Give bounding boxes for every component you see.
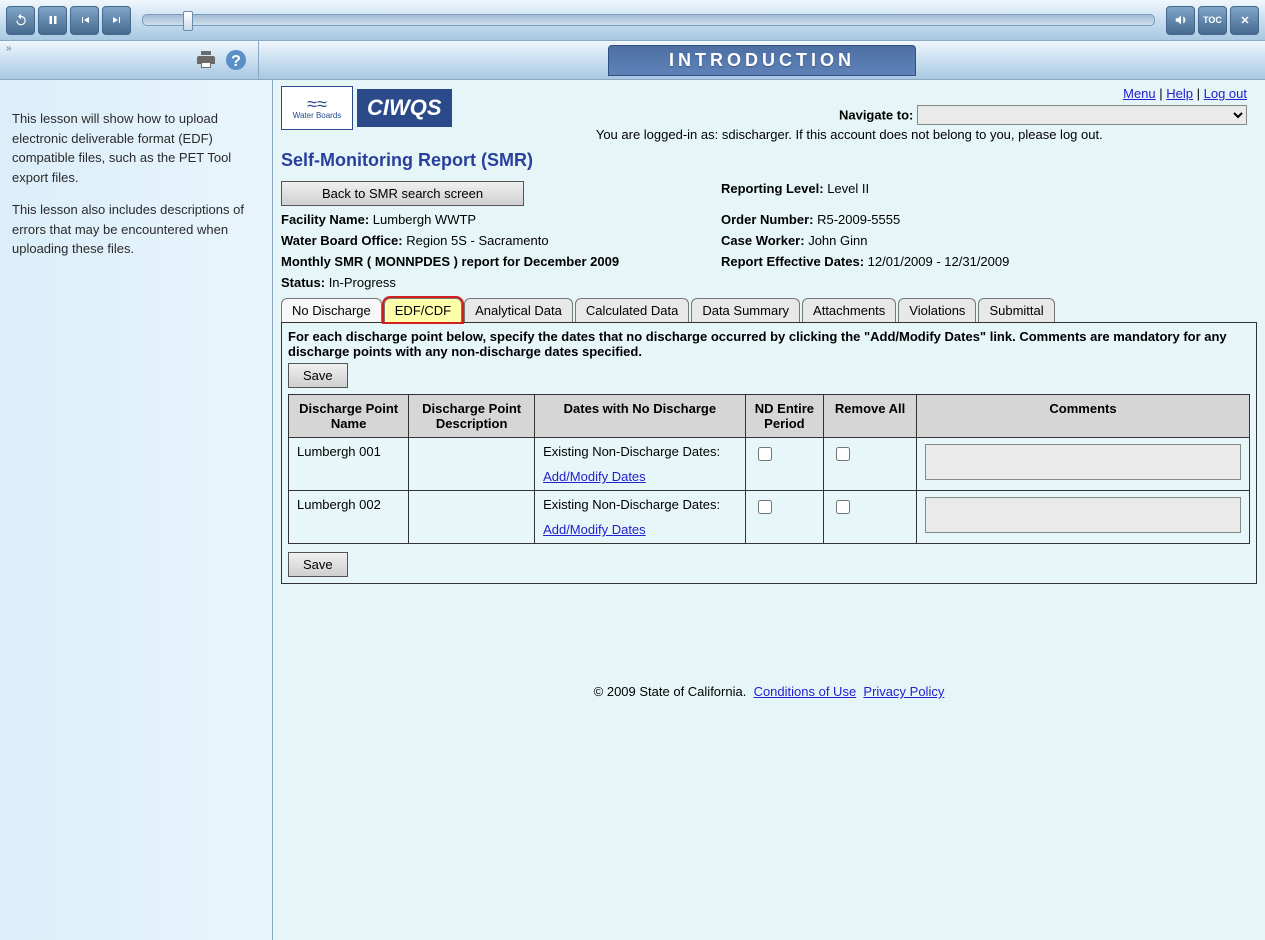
col-dates: Dates with No Discharge xyxy=(535,395,746,438)
main-area: This lesson will show how to upload elec… xyxy=(0,80,1265,940)
add-modify-dates-link[interactable]: Add/Modify Dates xyxy=(543,522,646,537)
status-label: Status: xyxy=(281,275,325,290)
lesson-title: INTRODUCTION xyxy=(608,45,916,76)
volume-button[interactable] xyxy=(1166,6,1195,35)
col-remove-all: Remove All xyxy=(824,395,917,438)
tab-data-summary[interactable]: Data Summary xyxy=(691,298,800,322)
facility-label: Facility Name: xyxy=(281,212,369,227)
page-title: Self-Monitoring Report (SMR) xyxy=(281,150,1257,171)
status-value: In-Progress xyxy=(329,275,396,290)
logged-in-msg: You are logged-in as: sdischarger. If th… xyxy=(452,127,1247,142)
tab-edf-cdf[interactable]: EDF/CDF xyxy=(384,298,462,322)
report-label: Monthly SMR ( MONNPDES ) report for Dece… xyxy=(281,254,619,269)
office-label: Water Board Office: xyxy=(281,233,403,248)
remove-all-checkbox[interactable] xyxy=(836,447,850,461)
caseworker-label: Case Worker: xyxy=(721,233,805,248)
nd-entire-checkbox[interactable] xyxy=(758,447,772,461)
footer: © 2009 State of California. Conditions o… xyxy=(281,684,1257,699)
logo-big-text: CIWQS xyxy=(357,89,452,127)
seek-thumb[interactable] xyxy=(183,11,193,31)
cell-point-desc xyxy=(409,491,535,544)
toc-button[interactable]: TOC xyxy=(1198,6,1227,35)
level-label: Reporting Level: xyxy=(721,181,824,196)
tab-violations[interactable]: Violations xyxy=(898,298,976,322)
order-label: Order Number: xyxy=(721,212,813,227)
effective-label: Report Effective Dates: xyxy=(721,254,864,269)
effective-value: 12/01/2009 - 12/31/2009 xyxy=(868,254,1010,269)
order-value: R5-2009-5555 xyxy=(817,212,900,227)
col-point-desc: Discharge Point Description xyxy=(409,395,535,438)
svg-text:?: ? xyxy=(231,53,241,70)
existing-dates-label: Existing Non-Discharge Dates: xyxy=(543,497,737,512)
navigate-select[interactable] xyxy=(917,105,1247,125)
comments-textarea[interactable] xyxy=(925,497,1241,533)
player-bar: TOC xyxy=(0,0,1265,41)
office-value: Region 5S - Sacramento xyxy=(406,233,548,248)
level-value: Level II xyxy=(827,181,869,196)
app-logo: ≈≈ Water Boards CIWQS xyxy=(281,86,452,130)
privacy-link[interactable]: Privacy Policy xyxy=(863,684,944,699)
panel-instruction: For each discharge point below, specify … xyxy=(288,329,1250,359)
cell-point-name: Lumbergh 001 xyxy=(289,438,409,491)
add-modify-dates-link[interactable]: Add/Modify Dates xyxy=(543,469,646,484)
logout-link[interactable]: Log out xyxy=(1204,86,1247,101)
caseworker-value: John Ginn xyxy=(808,233,867,248)
navigate-label: Navigate to: xyxy=(839,108,913,123)
menu-link[interactable]: Menu xyxy=(1123,86,1156,101)
close-button[interactable] xyxy=(1230,6,1259,35)
tab-attachments[interactable]: Attachments xyxy=(802,298,896,322)
prev-button[interactable] xyxy=(70,6,99,35)
tab-analytical[interactable]: Analytical Data xyxy=(464,298,573,322)
next-button[interactable] xyxy=(102,6,131,35)
help-link[interactable]: Help xyxy=(1166,86,1193,101)
remove-all-checkbox[interactable] xyxy=(836,500,850,514)
facility-value: Lumbergh WWTP xyxy=(373,212,476,227)
sidebar-text-2: This lesson also includes descriptions o… xyxy=(12,200,260,259)
no-discharge-panel: For each discharge point below, specify … xyxy=(281,322,1257,584)
tab-submittal[interactable]: Submittal xyxy=(978,298,1054,322)
table-row: Lumbergh 002 Existing Non-Discharge Date… xyxy=(289,491,1250,544)
help-icon[interactable]: ? xyxy=(224,48,248,72)
cell-point-desc xyxy=(409,438,535,491)
conditions-link[interactable]: Conditions of Use xyxy=(754,684,857,699)
copyright-text: © 2009 State of California. xyxy=(594,684,747,699)
tab-bar: No Discharge EDF/CDF Analytical Data Cal… xyxy=(281,298,1257,322)
embedded-app: ≈≈ Water Boards CIWQS Menu | Help | Log … xyxy=(273,80,1265,940)
sidebar-header: » ? xyxy=(0,41,259,79)
no-discharge-table: Discharge Point Name Discharge Point Des… xyxy=(288,394,1250,544)
existing-dates-label: Existing Non-Discharge Dates: xyxy=(543,444,737,459)
lesson-sidebar: This lesson will show how to upload elec… xyxy=(0,80,273,940)
title-bar: INTRODUCTION xyxy=(259,41,1265,79)
header-strip: » ? INTRODUCTION xyxy=(0,41,1265,80)
sidebar-text-1: This lesson will show how to upload elec… xyxy=(12,109,260,187)
col-nd-entire: ND Entire Period xyxy=(745,395,823,438)
col-point-name: Discharge Point Name xyxy=(289,395,409,438)
back-button[interactable]: Back to SMR search screen xyxy=(281,181,524,206)
pause-button[interactable] xyxy=(38,6,67,35)
tab-calculated[interactable]: Calculated Data xyxy=(575,298,690,322)
table-row: Lumbergh 001 Existing Non-Discharge Date… xyxy=(289,438,1250,491)
col-comments: Comments xyxy=(917,395,1250,438)
waves-icon: ≈≈ xyxy=(307,97,327,111)
seek-slider[interactable] xyxy=(142,14,1155,26)
cell-point-name: Lumbergh 002 xyxy=(289,491,409,544)
nd-entire-checkbox[interactable] xyxy=(758,500,772,514)
save-button-bottom[interactable]: Save xyxy=(288,552,348,577)
save-button-top[interactable]: Save xyxy=(288,363,348,388)
top-links: Menu | Help | Log out xyxy=(452,86,1247,101)
restart-button[interactable] xyxy=(6,6,35,35)
logo-small-text: Water Boards xyxy=(293,111,342,120)
comments-textarea[interactable] xyxy=(925,444,1241,480)
tab-no-discharge[interactable]: No Discharge xyxy=(281,298,382,322)
print-icon[interactable] xyxy=(194,48,218,72)
collapse-chevron-icon[interactable]: » xyxy=(6,43,10,54)
